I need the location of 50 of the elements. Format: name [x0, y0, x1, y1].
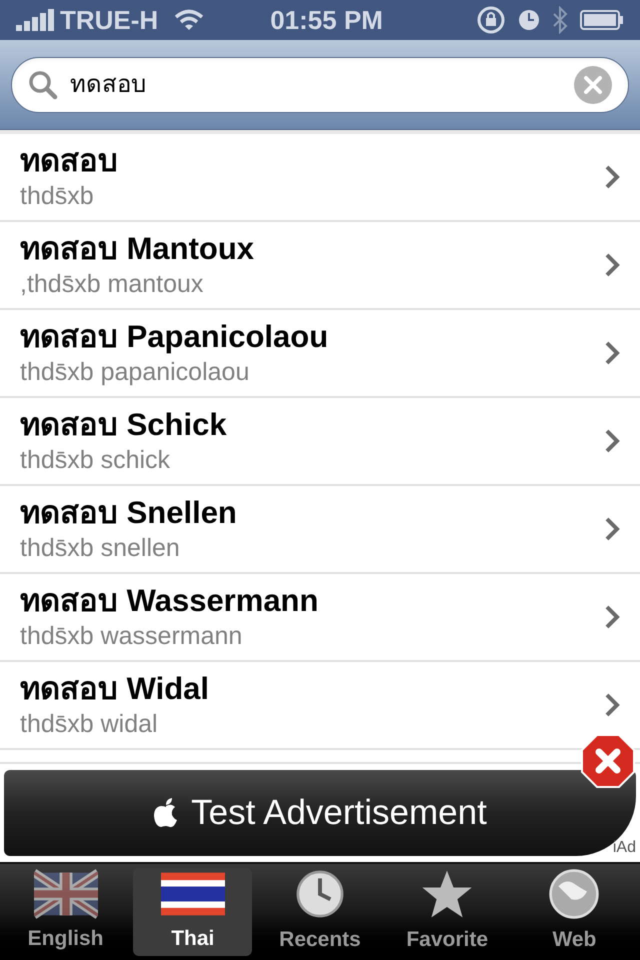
apple-icon [153, 797, 180, 829]
result-row[interactable]: ทดสอบ Papanicolaou thds̄xb papanicolaou [0, 310, 640, 398]
result-title: ทดสอบ Schick [20, 406, 228, 444]
result-title: ทดสอบ Papanicolaou [20, 318, 330, 356]
result-subtitle: thds̄xb wassermann [20, 621, 244, 652]
search-text: ทดสอบ [70, 70, 146, 100]
result-title: ทดสอบ Widal [20, 670, 210, 708]
result-row[interactable]: ทดสอบ Schick thds̄xb schick [0, 398, 640, 486]
chevron-icon [604, 164, 620, 190]
chevron-icon [604, 428, 620, 454]
close-icon[interactable] [581, 734, 635, 788]
chevron-icon [604, 340, 620, 366]
tab[interactable]: Web [514, 868, 634, 956]
chevron-icon [604, 516, 620, 542]
result-subtitle: thds̄xb widal [20, 709, 159, 740]
signal-icon [16, 9, 56, 31]
iad-label: iAd [612, 838, 636, 858]
clock-icon [294, 868, 346, 920]
result-row[interactable]: ทดสอบ Wassermann thds̄xb wassermann [0, 574, 640, 662]
result-subtitle: ,thds̄xb mantoux [20, 269, 204, 300]
alarm-icon [518, 9, 540, 31]
result-row[interactable]: ทดสอบ thds̄xb [0, 134, 640, 222]
result-subtitle: thds̄xb papanicolaou [20, 357, 250, 388]
clock-time: 01:55 PM [270, 4, 383, 36]
chevron-icon [604, 252, 620, 278]
globe-icon [548, 868, 600, 920]
result-subtitle: thds̄xb [20, 181, 95, 212]
tab[interactable]: Recents [260, 868, 380, 956]
rotation-lock-icon [476, 5, 506, 35]
result-title: ทดสอบ Mantoux [20, 230, 256, 268]
tab[interactable]: Thai [133, 868, 252, 956]
flag-icon [34, 869, 98, 920]
result-title: ทดสอบ [20, 142, 119, 180]
carrier-label: TRUE-H [60, 4, 158, 36]
chevron-icon [604, 692, 620, 718]
tab[interactable]: English [6, 868, 126, 956]
search-icon [28, 70, 58, 100]
result-subtitle: thds̄xb snellen [20, 533, 181, 564]
bluetooth-icon [552, 6, 568, 34]
result-title: ทดสอบ Snellen [20, 494, 238, 532]
chevron-icon [604, 604, 620, 630]
result-title: ทดสอบ Wassermann [20, 582, 320, 620]
result-row[interactable]: ทดสอบ Mantoux ,thds̄xb mantoux [0, 222, 640, 310]
search-field[interactable]: ทดสอบ [11, 56, 629, 112]
battery-icon [580, 9, 624, 31]
tab[interactable]: Favorite [388, 868, 507, 956]
wifi-icon [174, 9, 204, 31]
result-row[interactable]: ทดสอบ Snellen thds̄xb snellen [0, 486, 640, 574]
ad-text: Test Advertisement [191, 792, 487, 834]
result-subtitle: thds̄xb schick [20, 445, 172, 476]
